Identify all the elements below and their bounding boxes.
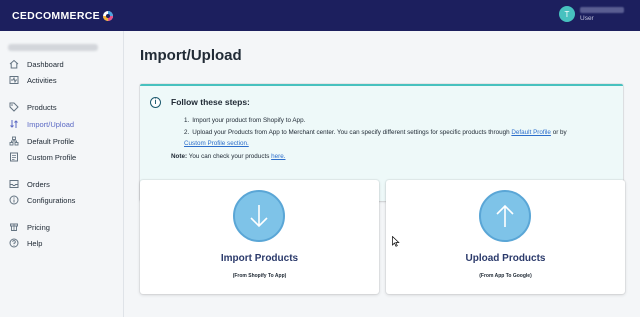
store-name-redacted [8, 44, 98, 51]
list-item: 1. Import your product from Shopify to Ap… [184, 117, 306, 124]
sidebar-item-label: Custom Profile [27, 152, 77, 162]
upload-card-title: Upload Products [465, 253, 546, 264]
upload-card-subtitle: (From App To Google) [479, 273, 532, 279]
sidebar-item-dashboard[interactable]: Dashboard [8, 57, 64, 71]
main-content: Import/Upload i Follow these steps: 1. Im… [124, 31, 640, 317]
activity-icon [8, 75, 19, 86]
user-name-redacted [580, 6, 624, 13]
sidebar-item-pricing[interactable]: Pricing [8, 220, 50, 234]
sidebar-item-label: Pricing [27, 222, 50, 232]
avatar: T [559, 6, 575, 22]
banner-title: Follow these steps: [171, 97, 250, 107]
brand-logo[interactable]: CEDCOMMERCE [12, 10, 114, 22]
upload-arrow-up-icon [479, 190, 531, 242]
user-menu[interactable]: T User [559, 6, 624, 22]
sidebar-item-label: Products [27, 102, 57, 112]
sidebar-item-activities[interactable]: Activities [8, 73, 57, 87]
pricing-icon [8, 222, 19, 233]
inbox-icon [8, 179, 19, 190]
sidebar-item-custom-profile[interactable]: Custom Profile [8, 150, 76, 164]
import-arrow-down-icon [233, 190, 285, 242]
transfer-icon [8, 119, 19, 130]
upload-products-card[interactable]: Upload Products (From App To Google) [386, 180, 625, 294]
profile-doc-icon [8, 152, 19, 163]
import-products-card[interactable]: Import Products (From Shopify To App) [140, 180, 379, 294]
sidebar-item-default-profile[interactable]: Default Profile [8, 134, 74, 148]
info-circle-icon: i [150, 97, 161, 108]
sidebar-item-orders[interactable]: Orders [8, 177, 50, 191]
sidebar-item-products[interactable]: Products [8, 100, 57, 114]
sidebar-item-label: Import/Upload [27, 119, 75, 129]
sidebar-item-label: Default Profile [27, 136, 75, 146]
tag-icon [8, 102, 19, 113]
logo-mark-icon [102, 10, 113, 21]
home-icon [8, 59, 19, 70]
sidebar-item-label: Activities [27, 75, 57, 85]
sidebar-item-label: Help [27, 238, 43, 248]
check-products-link[interactable]: here. [271, 153, 285, 160]
sidebar-item-help[interactable]: Help [8, 236, 42, 250]
logo-text: CEDCOMMERCE [12, 9, 100, 22]
default-profile-link[interactable]: Default Profile [511, 129, 551, 136]
sidebar-item-label: Dashboard [27, 59, 64, 69]
info-icon [8, 195, 19, 206]
user-role: User [580, 14, 594, 22]
sidebar-item-label: Orders [27, 179, 50, 189]
mouse-cursor-icon [392, 236, 400, 247]
import-card-title: Import Products [220, 253, 299, 264]
sidebar-item-import-upload[interactable]: Import/Upload [8, 117, 74, 131]
import-card-subtitle: (From Shopify To App) [232, 273, 287, 279]
sidebar-item-label: Configurations [27, 195, 76, 205]
list-item: 2. Upload your Products from App to Merch… [184, 128, 567, 148]
custom-profile-link[interactable]: Custom Profile section. [184, 140, 249, 147]
top-bar: CEDCOMMERCE T User [0, 0, 640, 31]
banner-note: Note: You can check your products here. [171, 153, 286, 160]
help-icon [8, 238, 19, 249]
hierarchy-icon [8, 136, 19, 147]
steps-list: 1. Import your product from Shopify to Ap… [184, 115, 614, 150]
sidebar: Dashboard Activities Products Import/Upl… [0, 31, 124, 317]
page-title: Import/Upload [140, 47, 242, 64]
sidebar-item-configurations[interactable]: Configurations [8, 193, 75, 207]
